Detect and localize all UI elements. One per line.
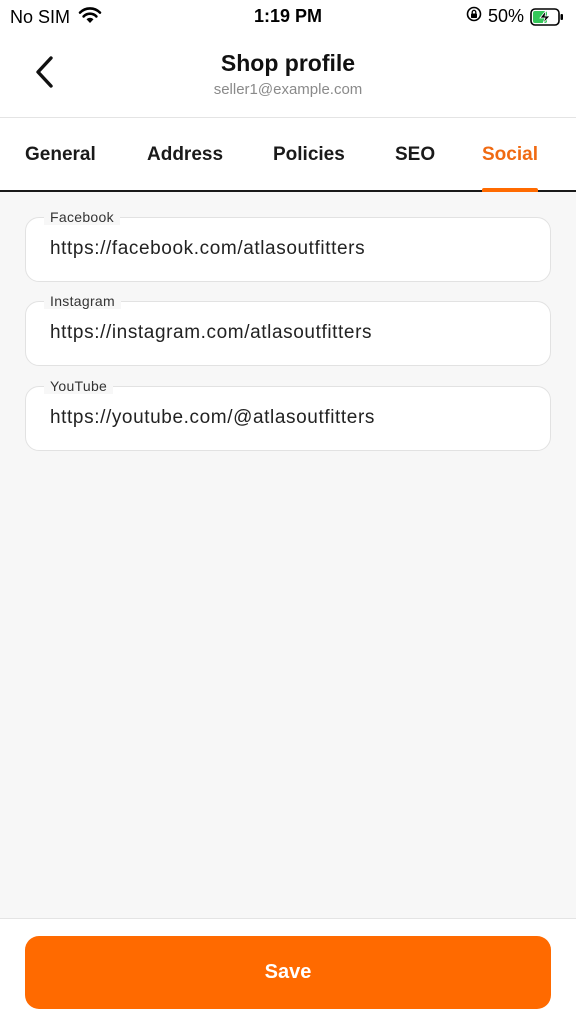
facebook-label: Facebook [44, 209, 120, 225]
page-title: Shop profile [220, 50, 356, 76]
status-right: 50% [466, 6, 564, 27]
social-form: Facebook https://facebook.com/atlasoutfi… [0, 192, 576, 918]
facebook-input[interactable]: https://facebook.com/atlasoutfitters [50, 238, 530, 260]
facebook-field[interactable]: Facebook https://facebook.com/atlasoutfi… [25, 209, 551, 282]
tab-social[interactable]: Social [482, 144, 538, 166]
battery-percent: 50% [487, 6, 524, 26]
youtube-input[interactable]: https://youtube.com/@atlasoutfitters [50, 407, 530, 429]
youtube-field[interactable]: YouTube https://youtube.com/@atlasoutfit… [25, 378, 551, 451]
instagram-field[interactable]: Instagram https://instagram.com/atlasout… [25, 293, 551, 366]
tab-general[interactable]: General [25, 144, 96, 166]
tab-policies[interactable]: Policies [273, 144, 345, 166]
tab-address[interactable]: Address [147, 144, 223, 166]
tab-bar: General Address Policies SEO Social [0, 118, 576, 192]
status-bar: No SIM 1:19 PM 50% [0, 0, 576, 32]
tab-seo[interactable]: SEO [395, 144, 435, 166]
orientation-lock-icon [466, 6, 482, 27]
save-button[interactable]: Save [25, 936, 551, 1009]
footer-bar: Save [0, 918, 576, 1024]
battery-charging-icon [530, 7, 564, 26]
app-header: Shop profile seller1@example.com [0, 32, 576, 118]
instagram-input[interactable]: https://instagram.com/atlasoutfitters [50, 322, 530, 344]
page-subtitle: seller1@example.com [213, 81, 363, 98]
instagram-label: Instagram [44, 293, 121, 309]
youtube-label: YouTube [44, 378, 114, 394]
